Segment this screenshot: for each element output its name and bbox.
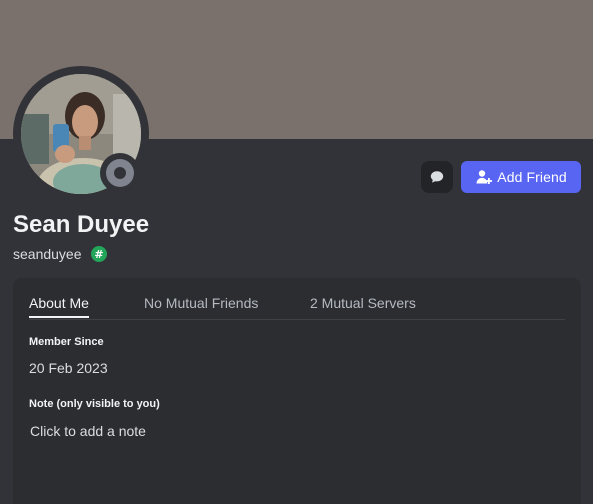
note-heading: Note (only visible to you) [29,398,160,410]
profile-tabs: About Me No Mutual Friends 2 Mutual Serv… [29,294,565,320]
display-name: Sean Duyee [13,211,150,238]
add-person-icon [476,170,493,184]
user-profile-card: Add Friend Sean Duyee seanduyee # About … [0,0,593,504]
hashtag-badge-icon[interactable]: # [91,246,107,262]
add-friend-button[interactable]: Add Friend [461,161,581,193]
tab-about-me[interactable]: About Me [29,294,89,318]
member-since-date: 20 Feb 2023 [29,360,108,376]
username[interactable]: seanduyee [13,246,82,262]
send-message-button[interactable] [421,161,453,193]
tab-mutual-friends[interactable]: No Mutual Friends [144,294,258,318]
add-friend-label: Add Friend [497,169,567,185]
member-since-heading: Member Since [29,336,104,348]
tab-mutual-servers[interactable]: 2 Mutual Servers [310,294,416,318]
chat-bubble-icon [430,171,444,183]
note-input[interactable]: Click to add a note [26,420,566,444]
status-dot-center [114,167,126,179]
